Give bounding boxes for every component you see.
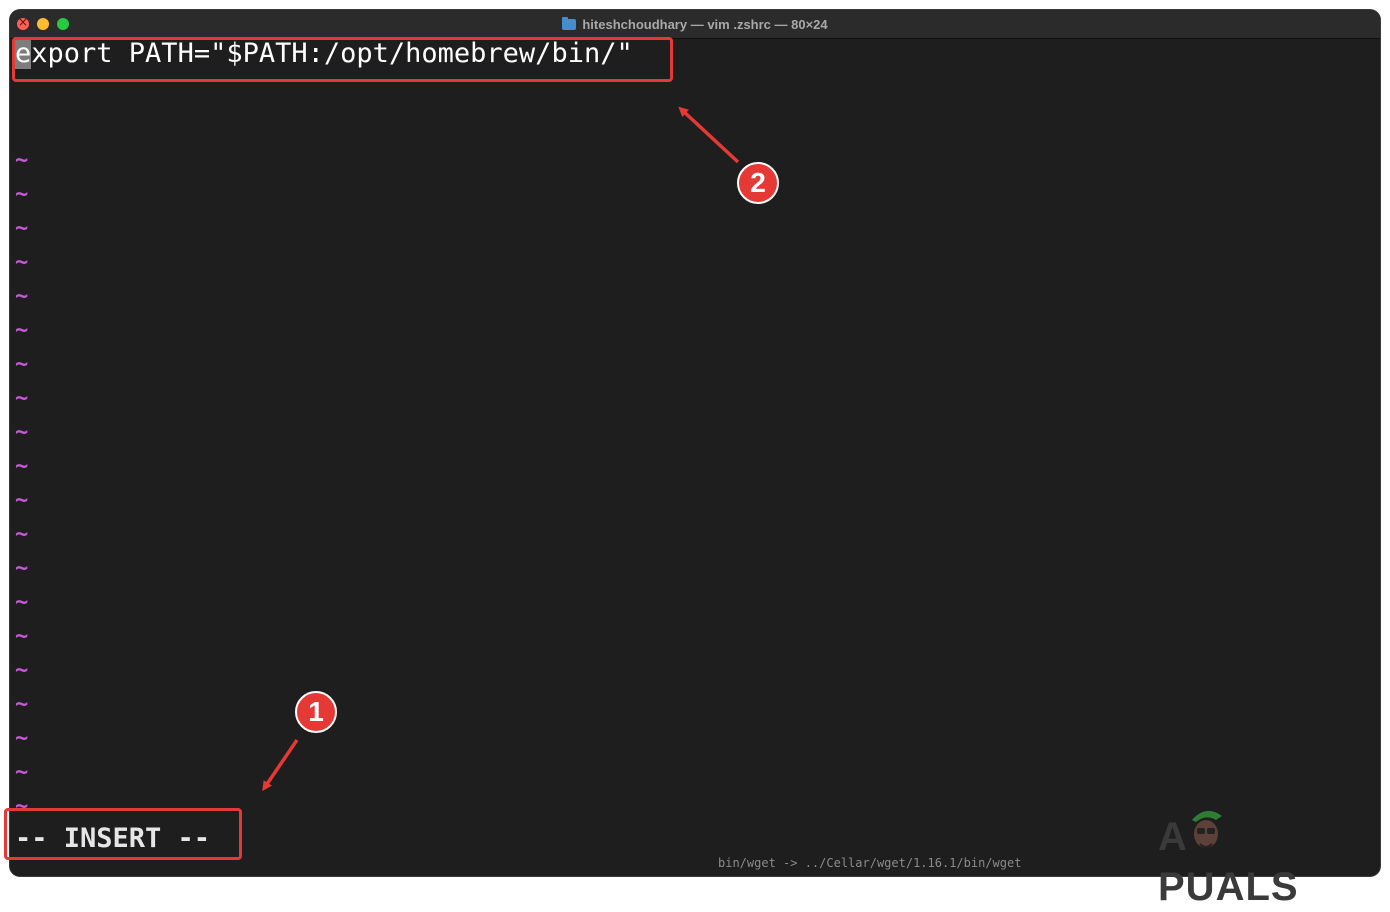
arrow-to-code-line bbox=[678, 106, 740, 164]
callout-badge-1: 1 bbox=[295, 691, 337, 733]
watermark-letter-a: A bbox=[1158, 815, 1188, 859]
appuals-mascot-icon bbox=[1192, 810, 1222, 848]
callout-badge-2: 2 bbox=[737, 162, 779, 204]
annotation-arrows bbox=[262, 106, 740, 792]
arrow-to-insert-mode bbox=[262, 739, 299, 792]
watermark-text: PUALS bbox=[1158, 865, 1299, 909]
